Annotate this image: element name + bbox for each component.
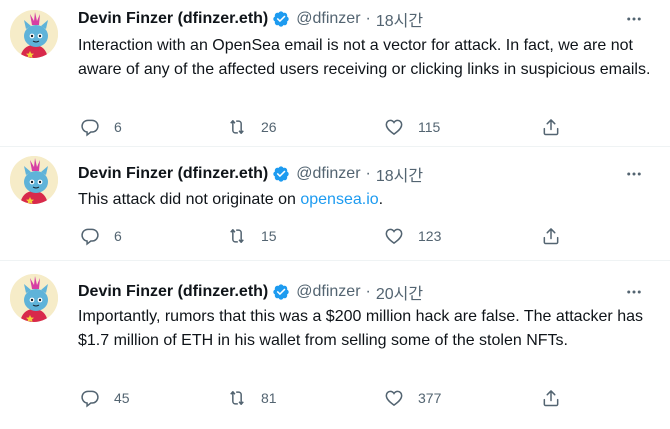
reply-button[interactable]: 6 (80, 116, 122, 138)
avatar[interactable] (10, 156, 58, 204)
reply-icon (80, 226, 100, 246)
like-icon (384, 226, 404, 246)
like-button[interactable]: 123 (384, 225, 441, 247)
avatar[interactable] (10, 274, 58, 322)
like-button[interactable]: 115 (384, 116, 440, 138)
like-icon (384, 388, 404, 408)
timestamp[interactable]: 18시간 (376, 7, 423, 31)
more-options-button[interactable] (624, 282, 644, 302)
more-options-icon (625, 10, 643, 28)
tweet-text: Interaction with an OpenSea email is not… (78, 37, 651, 78)
retweet-button[interactable]: 81 (227, 387, 277, 409)
retweet-count: 26 (261, 119, 277, 135)
tweet-header: Devin Finzer (dfinzer.eth) @dfinzer · 18… (78, 163, 423, 185)
like-count: 115 (418, 119, 441, 135)
tweet-header: Devin Finzer (dfinzer.eth) @dfinzer · 18… (78, 8, 423, 30)
retweet-count: 15 (261, 228, 277, 244)
reply-count: 6 (114, 119, 122, 135)
tweet-text-part: . (378, 191, 384, 208)
reply-icon (80, 388, 100, 408)
verified-badge-icon (272, 10, 290, 28)
tweet-text: This attack did not originate on opensea… (78, 188, 656, 212)
tweet-3[interactable]: Devin Finzer (dfinzer.eth) @dfinzer · 20… (0, 261, 670, 429)
share-icon (541, 388, 561, 408)
reply-count: 45 (114, 390, 130, 406)
separator-dot: · (365, 165, 371, 182)
verified-badge-icon (272, 165, 290, 183)
tweet-text-part: This attack did not originate on (78, 191, 301, 208)
retweet-button[interactable]: 26 (227, 116, 277, 138)
author-name[interactable]: Devin Finzer (dfinzer.eth) (78, 10, 268, 28)
opensea-link[interactable]: opensea.io (300, 191, 378, 208)
retweet-count: 81 (261, 390, 277, 406)
more-options-button[interactable] (624, 164, 644, 184)
author-handle[interactable]: @dfinzer (296, 283, 360, 301)
tweet-actions: 45 81 377 (78, 387, 578, 409)
share-icon (541, 226, 561, 246)
reply-icon (80, 117, 100, 137)
tweet-1[interactable]: Devin Finzer (dfinzer.eth) @dfinzer · 18… (0, 0, 670, 146)
reply-button[interactable]: 6 (80, 225, 122, 247)
verified-badge-icon (272, 283, 290, 301)
like-icon (384, 117, 404, 137)
like-count: 123 (418, 228, 442, 244)
tweet-2[interactable]: Devin Finzer (dfinzer.eth) @dfinzer · 18… (0, 147, 670, 260)
avatar[interactable] (10, 10, 58, 58)
like-count: 377 (418, 390, 442, 406)
separator-dot: · (365, 283, 371, 300)
share-icon (541, 117, 561, 137)
retweet-icon (227, 388, 247, 408)
reply-count: 6 (114, 228, 122, 244)
tweet-actions: 6 26 115 (78, 116, 578, 138)
author-handle[interactable]: @dfinzer (296, 165, 360, 183)
separator-dot: · (365, 10, 371, 27)
more-options-icon (625, 165, 643, 183)
timestamp[interactable]: 20시간 (376, 280, 423, 304)
retweet-icon (227, 117, 247, 137)
reply-button[interactable]: 45 (80, 387, 130, 409)
retweet-icon (227, 226, 247, 246)
author-name[interactable]: Devin Finzer (dfinzer.eth) (78, 165, 268, 183)
more-options-button[interactable] (624, 9, 644, 29)
share-button[interactable] (541, 116, 561, 138)
more-options-icon (625, 283, 643, 301)
tweet-header: Devin Finzer (dfinzer.eth) @dfinzer · 20… (78, 281, 423, 303)
author-handle[interactable]: @dfinzer (296, 10, 360, 28)
timestamp[interactable]: 18시간 (376, 162, 423, 186)
tweet-actions: 6 15 123 (78, 225, 578, 247)
retweet-button[interactable]: 15 (227, 225, 277, 247)
like-button[interactable]: 377 (384, 387, 441, 409)
share-button[interactable] (541, 387, 561, 409)
tweet-text: Importantly, rumors that this was a $200… (78, 308, 643, 349)
author-name[interactable]: Devin Finzer (dfinzer.eth) (78, 283, 268, 301)
share-button[interactable] (541, 225, 561, 247)
